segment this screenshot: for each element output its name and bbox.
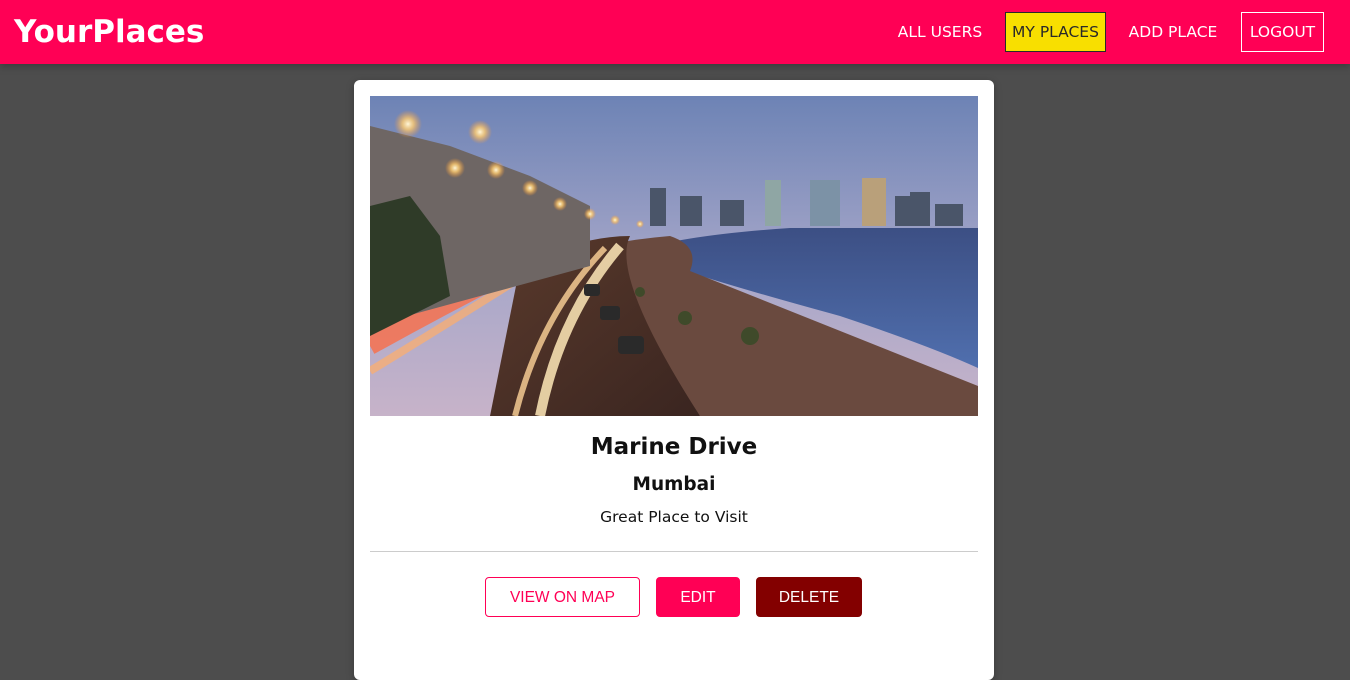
- nav-my-places[interactable]: MY PLACES: [1005, 12, 1106, 52]
- place-title: Marine Drive: [590, 434, 758, 460]
- nav-all-users[interactable]: ALL USERS: [893, 12, 987, 52]
- place-image: [370, 96, 978, 416]
- delete-button[interactable]: DELETE: [756, 577, 862, 617]
- place-card: Marine Drive Mumbai Great Place to Visit…: [354, 80, 994, 680]
- card-divider: [370, 551, 978, 552]
- main-header: YourPlaces ALL USERS MY PLACES ADD PLACE…: [0, 0, 1350, 64]
- logo-link[interactable]: YourPlaces: [14, 12, 204, 52]
- edit-button[interactable]: EDIT: [656, 577, 740, 617]
- place-description: Great Place to Visit: [600, 508, 748, 526]
- logout-button[interactable]: LOGOUT: [1241, 12, 1324, 52]
- nav-add-place[interactable]: ADD PLACE: [1123, 12, 1223, 52]
- view-on-map-button[interactable]: VIEW ON MAP: [485, 577, 640, 617]
- place-city: Mumbai: [632, 474, 716, 495]
